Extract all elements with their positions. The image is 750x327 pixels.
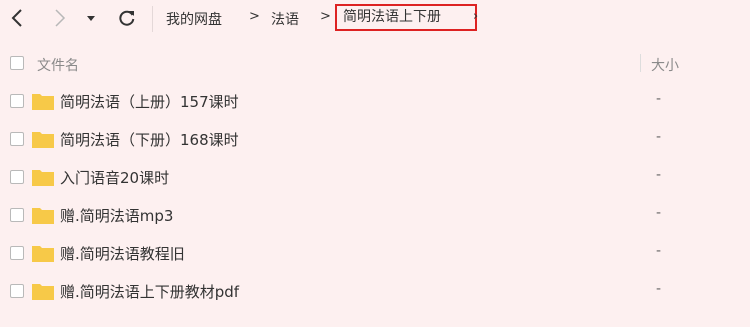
toolbar: 我的网盘 > 法语 > 简明法语上下册 › [0, 0, 750, 40]
list-item[interactable]: 赠.简明法语教程旧 - [0, 234, 750, 272]
file-name[interactable]: 简明法语（下册）168课时 [60, 129, 239, 150]
file-size: - [656, 243, 662, 259]
forward-arrow-icon[interactable] [49, 6, 71, 30]
breadcrumb-chevron-icon[interactable]: › [473, 9, 478, 24]
file-size: - [656, 281, 662, 297]
row-checkbox[interactable] [10, 208, 24, 222]
row-checkbox[interactable] [10, 132, 24, 146]
folder-icon [32, 94, 54, 110]
breadcrumb-separator: > [249, 9, 260, 24]
list-item[interactable]: 赠.简明法语mp3 - [0, 196, 750, 234]
breadcrumb-current-folder[interactable]: 简明法语上下册 [335, 4, 477, 31]
dropdown-caret-icon[interactable] [80, 6, 102, 30]
column-header-size[interactable]: 大小 [651, 55, 679, 75]
select-all-checkbox[interactable] [10, 56, 24, 70]
refresh-icon[interactable] [116, 6, 138, 30]
column-header-name[interactable]: 文件名 [37, 55, 79, 75]
list-item[interactable]: 简明法语（上册）157课时 - [0, 82, 750, 120]
folder-icon [32, 170, 54, 186]
row-checkbox[interactable] [10, 246, 24, 260]
file-name[interactable]: 赠.简明法语mp3 [60, 205, 173, 226]
folder-icon [32, 208, 54, 224]
folder-icon [32, 132, 54, 148]
file-name[interactable]: 赠.简明法语教程旧 [60, 243, 185, 264]
list-item[interactable]: 入门语音20课时 - [0, 158, 750, 196]
file-name[interactable]: 简明法语（上册）157课时 [60, 91, 239, 112]
list-header: 文件名 大小 [0, 46, 750, 82]
row-checkbox[interactable] [10, 94, 24, 108]
file-size: - [656, 205, 662, 221]
breadcrumb-item-french[interactable]: 法语 [271, 9, 299, 29]
list-item[interactable]: 赠.简明法语上下册教材pdf - [0, 272, 750, 310]
row-checkbox[interactable] [10, 170, 24, 184]
column-divider[interactable] [640, 54, 641, 72]
list-item[interactable]: 简明法语（下册）168课时 - [0, 120, 750, 158]
file-name[interactable]: 入门语音20课时 [60, 167, 169, 188]
back-arrow-icon[interactable] [6, 6, 28, 30]
breadcrumb-item-my-drive[interactable]: 我的网盘 [166, 9, 222, 29]
folder-icon [32, 284, 54, 300]
file-size: - [656, 129, 662, 145]
row-checkbox[interactable] [10, 284, 24, 298]
file-name[interactable]: 赠.简明法语上下册教材pdf [60, 281, 239, 302]
file-size: - [656, 91, 662, 107]
folder-icon [32, 246, 54, 262]
breadcrumb-separator: > [320, 9, 331, 24]
toolbar-divider [152, 6, 153, 32]
file-size: - [656, 167, 662, 183]
